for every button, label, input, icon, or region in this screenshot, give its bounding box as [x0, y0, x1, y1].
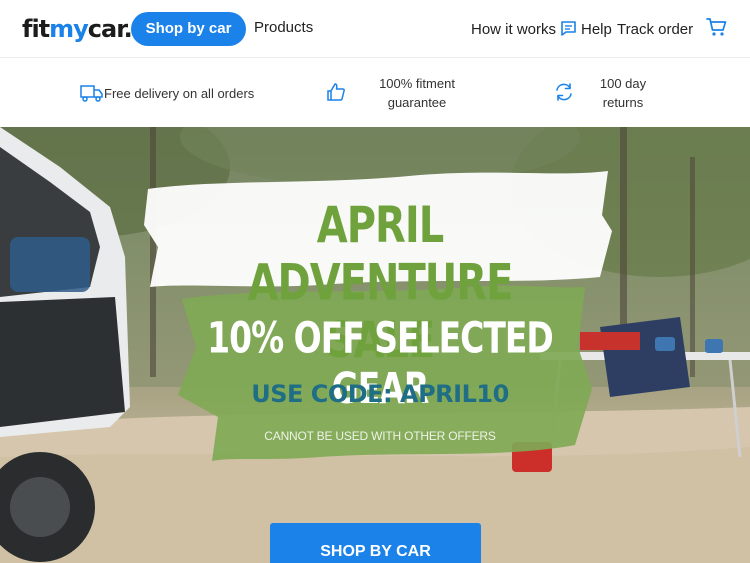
- hero-shop-by-car-button[interactable]: SHOP BY CAR: [270, 523, 481, 563]
- hero-banner: APRIL ADVENTURE SALE 10% OFF SELECTED GE…: [0, 127, 750, 563]
- nav-products-link[interactable]: Products: [254, 19, 313, 36]
- cart-button[interactable]: [706, 16, 728, 43]
- delivery-truck-icon: [80, 85, 103, 102]
- benefits-bar: Free delivery on all orders 100% fitment…: [0, 58, 750, 127]
- refresh-icon: [556, 83, 572, 101]
- site-header: fitmycar. Shop by car Products How it wo…: [0, 0, 750, 58]
- cart-icon: [706, 18, 727, 36]
- help-label: Help: [581, 21, 612, 38]
- benefit-delivery-text: Free delivery on all orders: [104, 86, 255, 101]
- promo-disclaimer: CANNOT BE USED WITH OTHER OFFERS: [264, 429, 496, 443]
- benefit-returns-text: 100 day returns: [599, 76, 647, 110]
- fitmycar-logo[interactable]: fitmycar.: [22, 14, 133, 44]
- nav-track-order-link[interactable]: Track order: [617, 21, 693, 38]
- thumbs-up-icon: [327, 83, 345, 101]
- nav-how-it-works-link[interactable]: How it works: [471, 21, 556, 38]
- benefit-fitment-text: 100% fitment guarantee: [379, 76, 455, 110]
- shop-by-car-button[interactable]: Shop by car: [131, 12, 246, 46]
- promo-code: USE CODE: APRIL10: [251, 380, 509, 408]
- chat-icon: [561, 21, 576, 36]
